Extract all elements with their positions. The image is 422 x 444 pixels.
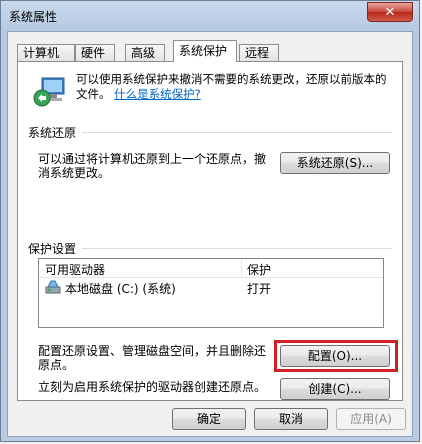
cancel-button[interactable]: 取消 (254, 408, 328, 430)
tab-computer-name[interactable]: 计算机名 (17, 44, 75, 77)
drive-list-header: 可用驱动器 保护 (39, 259, 383, 278)
configure-button[interactable]: 配置(O)... (280, 345, 390, 367)
tab-system-protection[interactable]: 系统保护 (173, 40, 237, 62)
drive-list[interactable]: 可用驱动器 保护 本地磁盘 (C:) (系统) 打开 (38, 258, 384, 328)
group-divider (82, 248, 392, 249)
create-button[interactable]: 创建(C)... (280, 378, 390, 400)
what-is-system-protection-link[interactable]: 什么是系统保护? (114, 87, 201, 101)
title-bar[interactable]: 系统属性 ✕ (1, 1, 419, 31)
local-disk-icon (45, 280, 61, 294)
column-separator (241, 259, 242, 277)
configure-description: 配置还原设置、管理磁盘空间，并且删除还原点。 (38, 344, 267, 372)
close-button[interactable]: ✕ (367, 2, 413, 22)
create-description: 立刻为启用系统保护的驱动器创建还原点。 (38, 380, 267, 394)
protection-settings-group-title: 保护设置 (28, 242, 77, 256)
column-available-drives[interactable]: 可用驱动器 (45, 261, 105, 278)
column-protection[interactable]: 保护 (247, 261, 271, 278)
intro-description: 可以使用系统保护来撤消不需要的系统更改，还原以前版本的文件。 什么是系统保护? (76, 72, 396, 102)
tab-hardware[interactable]: 硬件 (75, 44, 115, 61)
ok-button[interactable]: 确定 (172, 408, 246, 430)
dialog-client-area: 计算机名 硬件 高级 系统保护 远程 可以使用系统保护来撤消不需要的系统更改，还… (7, 31, 413, 437)
system-protection-icon (33, 77, 65, 107)
system-protection-panel: 可以使用系统保护来撤消不需要的系统更改，还原以前版本的文件。 什么是系统保护? … (17, 61, 403, 401)
group-divider (82, 132, 392, 133)
system-properties-window: 系统属性 ✕ 计算机名 硬件 高级 系统保护 远程 可以使用系统保护来撤消不需要… (0, 0, 420, 442)
drive-row[interactable]: 本地磁盘 (C:) (系统) 打开 (39, 278, 383, 296)
system-restore-description: 可以通过将计算机还原到上一个还原点，撤消系统更改。 (38, 152, 267, 180)
window-title: 系统属性 (9, 10, 58, 24)
apply-button[interactable]: 应用(A) (336, 408, 406, 430)
tab-advanced[interactable]: 高级 (125, 44, 165, 61)
close-icon: ✕ (384, 4, 396, 20)
system-restore-group-title: 系统还原 (28, 126, 77, 140)
tab-remote[interactable]: 远程 (239, 44, 279, 61)
system-restore-button[interactable]: 系统还原(S)... (280, 152, 390, 174)
drive-protection-status: 打开 (247, 282, 272, 296)
drive-name: 本地磁盘 (C:) (系统) (65, 282, 176, 296)
